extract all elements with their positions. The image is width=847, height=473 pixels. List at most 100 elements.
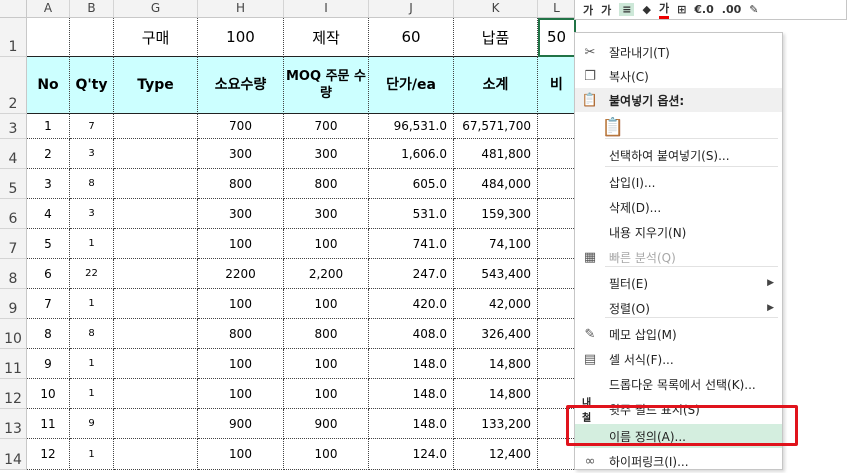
table-cell-no[interactable]: 4 [27,199,70,229]
table-cell-type[interactable] [114,169,198,199]
table-cell-need[interactable]: 800 [198,169,284,199]
menu-item-11[interactable]: ✎ 메모 삽입(M) [575,322,782,346]
header-cell-G[interactable]: Type [114,57,198,114]
row-header-11[interactable]: 11 [0,349,27,379]
cell-row1-B[interactable] [70,18,114,57]
row-header-2[interactable]: 2 [0,57,27,114]
table-cell-need[interactable]: 300 [198,139,284,169]
font-color-icon[interactable]: 가 [658,0,670,19]
table-cell-type[interactable] [114,349,198,379]
table-cell-subtotal[interactable]: 67,571,700 [454,114,538,139]
cell-row1-H[interactable]: 100 [198,18,284,57]
table-cell-L[interactable] [538,229,576,259]
table-cell-qty[interactable]: 1 [70,229,114,259]
table-cell-qty[interactable]: 9 [70,409,114,439]
table-cell-price[interactable]: 741.0 [369,229,454,259]
table-cell-qty[interactable]: 1 [70,439,114,470]
table-cell-moq[interactable]: 100 [284,289,369,319]
table-cell-need[interactable]: 300 [198,199,284,229]
table-cell-qty[interactable]: 8 [70,319,114,349]
table-cell-qty[interactable]: 22 [70,259,114,289]
table-cell-no[interactable]: 11 [27,409,70,439]
menu-item-13[interactable]: 드롭다운 목록에서 선택(K)... [575,372,782,396]
table-cell-price[interactable]: 148.0 [369,379,454,409]
cell-row1-I[interactable]: 제작 [284,18,369,57]
table-cell-moq[interactable]: 700 [284,114,369,139]
header-cell-H[interactable]: 소요수량 [198,57,284,114]
header-cell-L[interactable]: 비 [538,57,576,114]
table-cell-moq[interactable]: 2,200 [284,259,369,289]
table-cell-no[interactable]: 1 [27,114,70,139]
table-cell-moq[interactable]: 100 [284,349,369,379]
table-cell-L[interactable] [538,349,576,379]
table-cell-moq[interactable]: 300 [284,199,369,229]
header-cell-A[interactable]: No [27,57,70,114]
table-cell-type[interactable] [114,379,198,409]
table-cell-need[interactable]: 100 [198,289,284,319]
row-header-7[interactable]: 7 [0,229,27,259]
table-cell-type[interactable] [114,139,198,169]
table-cell-type[interactable] [114,114,198,139]
row-header-1[interactable]: 1 [0,18,27,57]
table-cell-subtotal[interactable]: 543,400 [454,259,538,289]
row-header-12[interactable]: 12 [0,379,27,409]
cell-row1-K[interactable]: 납품 [454,18,538,57]
table-cell-qty[interactable]: 1 [70,349,114,379]
column-header-K[interactable]: K [454,0,538,18]
table-cell-price[interactable]: 247.0 [369,259,454,289]
column-header-I[interactable]: I [284,0,369,18]
table-cell-L[interactable] [538,319,576,349]
header-cell-K[interactable]: 소계 [454,57,538,114]
header-cell-B[interactable]: Q'ty [70,57,114,114]
table-cell-subtotal[interactable]: 159,300 [454,199,538,229]
align-center-icon[interactable]: ≡ [619,3,635,16]
table-cell-price[interactable]: 124.0 [369,439,454,470]
menu-item-7[interactable]: 내용 지우기(N) [575,220,782,244]
cell-row1-A[interactable] [27,18,70,57]
table-cell-price[interactable]: 96,531.0 [369,114,454,139]
table-cell-subtotal[interactable]: 14,800 [454,349,538,379]
borders-icon[interactable]: ⊞ [677,3,686,16]
table-cell-qty[interactable]: 1 [70,289,114,319]
table-cell-need[interactable]: 900 [198,409,284,439]
table-cell-no[interactable]: 5 [27,229,70,259]
table-cell-need[interactable]: 100 [198,229,284,259]
select-all-corner[interactable] [0,0,27,18]
table-cell-price[interactable]: 531.0 [369,199,454,229]
table-cell-price[interactable]: 148.0 [369,409,454,439]
table-cell-moq[interactable]: 100 [284,229,369,259]
table-cell-subtotal[interactable]: 481,800 [454,139,538,169]
table-cell-moq[interactable]: 900 [284,409,369,439]
row-header-9[interactable]: 9 [0,289,27,319]
table-cell-no[interactable]: 10 [27,379,70,409]
column-header-B[interactable]: B [70,0,114,18]
header-cell-I[interactable]: MOQ 주문 수량 [284,57,369,114]
table-cell-price[interactable]: 148.0 [369,349,454,379]
table-cell-subtotal[interactable]: 133,200 [454,409,538,439]
table-cell-no[interactable]: 3 [27,169,70,199]
cell-row1-J[interactable]: 60 [369,18,454,57]
table-cell-L[interactable] [538,199,576,229]
table-cell-type[interactable] [114,289,198,319]
table-cell-type[interactable] [114,259,198,289]
row-header-4[interactable]: 4 [0,139,27,169]
table-cell-qty[interactable]: 1 [70,379,114,409]
row-header-6[interactable]: 6 [0,199,27,229]
table-cell-need[interactable]: 100 [198,379,284,409]
table-cell-type[interactable] [114,229,198,259]
column-header-J[interactable]: J [369,0,454,18]
table-cell-need[interactable]: 100 [198,439,284,470]
bold-icon[interactable]: 가 [583,2,593,18]
table-cell-need[interactable]: 700 [198,114,284,139]
header-cell-J[interactable]: 단가/ea [369,57,454,114]
row-header-14[interactable]: 14 [0,439,27,470]
table-cell-L[interactable] [538,289,576,319]
decrease-decimal-icon[interactable]: .00 [722,3,742,16]
table-cell-type[interactable] [114,319,198,349]
table-cell-no[interactable]: 9 [27,349,70,379]
table-cell-moq[interactable]: 100 [284,439,369,470]
table-cell-need[interactable]: 800 [198,319,284,349]
table-cell-subtotal[interactable]: 12,400 [454,439,538,470]
column-header-G[interactable]: G [114,0,198,18]
menu-item-9[interactable]: 필터(E) ▶ [575,271,782,295]
